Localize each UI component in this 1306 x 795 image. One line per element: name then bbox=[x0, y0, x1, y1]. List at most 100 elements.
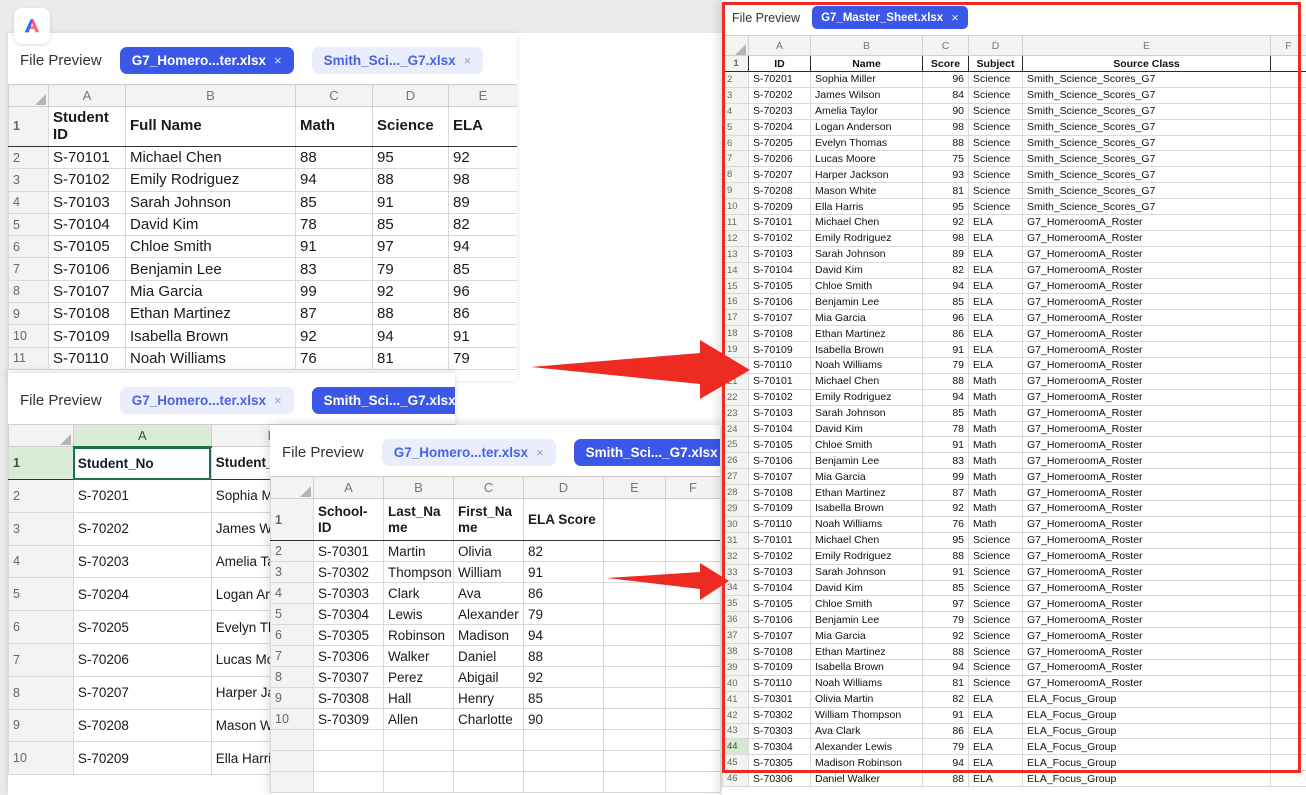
close-icon[interactable]: × bbox=[464, 53, 472, 68]
cell[interactable] bbox=[1271, 358, 1306, 374]
cell[interactable]: 94 bbox=[524, 625, 604, 646]
row-number-cell[interactable]: 4 bbox=[723, 103, 749, 119]
cell[interactable]: Math bbox=[969, 453, 1023, 469]
row-number-cell[interactable]: 4 bbox=[9, 545, 74, 578]
cell[interactable]: Mason White bbox=[811, 183, 923, 199]
cell[interactable]: 86 bbox=[449, 303, 518, 325]
row-number-cell[interactable]: 14 bbox=[723, 262, 749, 278]
row-number-cell[interactable]: 1 bbox=[271, 499, 314, 541]
cell[interactable]: G7_HomeroomA_Roster bbox=[1023, 675, 1271, 691]
row-number-cell[interactable] bbox=[271, 772, 314, 793]
row-number-cell[interactable]: 26 bbox=[723, 453, 749, 469]
cell[interactable] bbox=[1271, 151, 1306, 167]
cell[interactable]: 88 bbox=[373, 169, 449, 191]
header-cell[interactable]: Student ID bbox=[49, 107, 126, 147]
cell[interactable]: Allen bbox=[384, 709, 454, 730]
cell[interactable] bbox=[1271, 405, 1306, 421]
cell[interactable]: G7_HomeroomA_Roster bbox=[1023, 628, 1271, 644]
cell[interactable] bbox=[1271, 469, 1306, 485]
row-number-cell[interactable]: 33 bbox=[723, 564, 749, 580]
cell[interactable]: G7_HomeroomA_Roster bbox=[1023, 612, 1271, 628]
cell[interactable]: S-70202 bbox=[73, 512, 211, 545]
cell[interactable]: 88 bbox=[923, 644, 969, 660]
app-logo[interactable] bbox=[14, 8, 50, 44]
row-number-cell[interactable]: 8 bbox=[723, 167, 749, 183]
cell[interactable]: 83 bbox=[296, 258, 373, 280]
cell[interactable]: S-70105 bbox=[749, 278, 811, 294]
cell[interactable]: 86 bbox=[923, 326, 969, 342]
cell[interactable]: ELA bbox=[969, 691, 1023, 707]
cell[interactable]: ELA bbox=[969, 246, 1023, 262]
cell[interactable]: Science bbox=[969, 612, 1023, 628]
column-header-E[interactable]: E bbox=[1023, 36, 1271, 56]
cell[interactable]: Isabella Brown bbox=[126, 325, 296, 347]
cell[interactable]: S-70109 bbox=[749, 501, 811, 517]
cell[interactable] bbox=[1271, 532, 1306, 548]
cell[interactable]: 81 bbox=[923, 675, 969, 691]
row-number-cell[interactable]: 42 bbox=[723, 707, 749, 723]
cell[interactable] bbox=[524, 751, 604, 772]
cell[interactable]: Ava Clark bbox=[811, 723, 923, 739]
cell[interactable] bbox=[1271, 755, 1306, 771]
cell[interactable]: S-70105 bbox=[49, 236, 126, 258]
header-cell[interactable]: Math bbox=[296, 107, 373, 147]
cell[interactable]: 88 bbox=[296, 147, 373, 169]
cell[interactable] bbox=[1271, 262, 1306, 278]
cell[interactable]: 84 bbox=[923, 87, 969, 103]
cell[interactable]: Science bbox=[969, 644, 1023, 660]
header-cell[interactable]: Source Class bbox=[1023, 56, 1271, 72]
cell[interactable]: 95 bbox=[373, 147, 449, 169]
cell[interactable]: Noah Williams bbox=[811, 516, 923, 532]
cell[interactable]: Smith_Science_Scores_G7 bbox=[1023, 151, 1271, 167]
cell[interactable]: Abigail bbox=[454, 667, 524, 688]
cell[interactable]: Daniel bbox=[454, 646, 524, 667]
cell[interactable]: S-70203 bbox=[749, 103, 811, 119]
row-number-cell[interactable]: 3 bbox=[9, 169, 49, 191]
row-number-cell[interactable]: 31 bbox=[723, 532, 749, 548]
cell[interactable]: S-70105 bbox=[749, 596, 811, 612]
row-number-cell[interactable]: 10 bbox=[9, 325, 49, 347]
cell[interactable] bbox=[666, 562, 721, 583]
cell[interactable]: Smith_Science_Scores_G7 bbox=[1023, 87, 1271, 103]
row-number-cell[interactable]: 8 bbox=[271, 667, 314, 688]
cell[interactable]: S-70104 bbox=[749, 421, 811, 437]
cell[interactable]: Science bbox=[969, 628, 1023, 644]
cell[interactable]: Clark bbox=[384, 583, 454, 604]
cell[interactable] bbox=[314, 772, 384, 793]
cell[interactable]: S-70307 bbox=[314, 667, 384, 688]
cell[interactable]: Science bbox=[969, 87, 1023, 103]
row-number-cell[interactable]: 10 bbox=[9, 742, 74, 775]
cell[interactable]: 92 bbox=[296, 325, 373, 347]
row-number-cell[interactable]: 13 bbox=[723, 246, 749, 262]
cell[interactable] bbox=[1271, 87, 1306, 103]
cell[interactable]: 82 bbox=[923, 262, 969, 278]
cell[interactable]: 92 bbox=[923, 215, 969, 231]
cell[interactable] bbox=[604, 562, 666, 583]
row-number-cell[interactable]: 22 bbox=[723, 389, 749, 405]
cell[interactable] bbox=[1271, 707, 1306, 723]
row-number-cell[interactable]: 5 bbox=[9, 578, 74, 611]
cell[interactable]: S-70108 bbox=[749, 644, 811, 660]
cell[interactable]: 91 bbox=[524, 562, 604, 583]
header-cell[interactable] bbox=[666, 499, 721, 541]
cell[interactable]: 89 bbox=[449, 191, 518, 213]
select-all-corner[interactable] bbox=[9, 85, 49, 107]
cell[interactable]: Emily Rodriguez bbox=[811, 230, 923, 246]
cell[interactable]: S-70106 bbox=[49, 258, 126, 280]
cell[interactable]: 96 bbox=[923, 310, 969, 326]
column-header-C[interactable]: C bbox=[296, 85, 373, 107]
cell[interactable]: 82 bbox=[923, 691, 969, 707]
cell[interactable]: 97 bbox=[923, 596, 969, 612]
cell[interactable] bbox=[1271, 389, 1306, 405]
cell[interactable]: 79 bbox=[449, 347, 518, 369]
column-header-A[interactable]: A bbox=[73, 425, 211, 447]
cell[interactable] bbox=[1271, 501, 1306, 517]
cell[interactable]: S-70207 bbox=[749, 167, 811, 183]
cell[interactable]: ELA bbox=[969, 230, 1023, 246]
cell[interactable]: Charlotte bbox=[454, 709, 524, 730]
cell[interactable]: 91 bbox=[449, 325, 518, 347]
cell[interactable]: Logan Anderson bbox=[811, 119, 923, 135]
cell[interactable]: 98 bbox=[449, 169, 518, 191]
cell[interactable]: Sarah Johnson bbox=[811, 405, 923, 421]
row-number-cell[interactable]: 7 bbox=[9, 643, 74, 676]
